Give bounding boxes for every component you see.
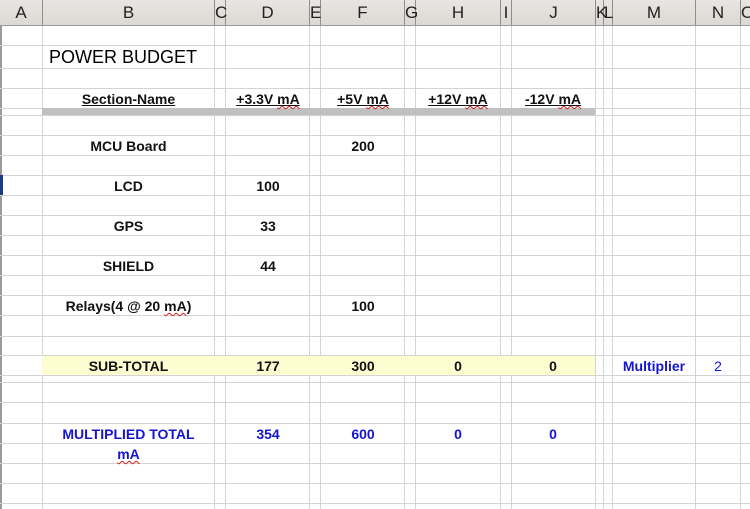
header-12v-pos[interactable]: +12V mA — [416, 89, 500, 109]
grid-line — [500, 26, 501, 509]
col-header-n[interactable]: N — [696, 0, 741, 25]
col-header-m[interactable]: M — [613, 0, 696, 25]
row-name-suffix: ) — [186, 298, 192, 314]
grid-line — [0, 483, 750, 484]
header-12v-neg-voltage: -12V — [524, 91, 555, 107]
col-header-k[interactable]: K — [596, 0, 607, 25]
row-name-unit: mA — [164, 298, 187, 314]
grid-line — [0, 382, 750, 383]
row-name[interactable]: SHIELD — [43, 256, 214, 276]
col-header-o[interactable]: O — [741, 0, 750, 25]
row-selection-marker — [0, 175, 3, 195]
header-12v-neg-unit: mA — [558, 91, 582, 107]
subtotal-3v3[interactable]: 177 — [226, 356, 310, 376]
sheet-title[interactable]: POWER BUDGET — [49, 46, 197, 68]
header-3v3[interactable]: +3.3V mA — [226, 89, 310, 109]
col-header-f[interactable]: F — [321, 0, 405, 25]
col-header-d[interactable]: D — [226, 0, 310, 25]
row-name[interactable]: Relays(4 @ 20 mA) — [43, 296, 214, 316]
header-section-label: Section-Name — [81, 91, 176, 107]
col-header-a[interactable]: A — [0, 0, 43, 25]
header-5v-voltage: +5V — [337, 91, 363, 107]
header-section-name[interactable]: Section-Name — [43, 89, 214, 109]
cell-5v[interactable]: 200 — [321, 136, 405, 156]
row-name[interactable]: MCU Board — [43, 136, 214, 156]
grid-line — [603, 26, 604, 509]
multiplied-12v-pos[interactable]: 0 — [416, 424, 500, 444]
col-header-e[interactable]: E — [310, 0, 321, 25]
grid-line — [0, 402, 750, 403]
grid-line — [0, 68, 750, 69]
cell-3v3[interactable]: 33 — [226, 216, 310, 236]
grid-line — [0, 503, 750, 504]
cell-3v3[interactable]: 100 — [226, 176, 310, 196]
header-3v3-voltage: +3.3V — [236, 91, 274, 107]
col-header-i[interactable]: I — [501, 0, 512, 25]
header-12v-neg[interactable]: -12V mA — [511, 89, 595, 109]
multiplied-3v3[interactable]: 354 — [226, 424, 310, 444]
row-name[interactable]: GPS — [43, 216, 214, 236]
col-header-l[interactable]: L — [604, 0, 613, 25]
multiplied-total-label-line2: mA — [117, 446, 140, 462]
cell-3v3[interactable]: 44 — [226, 256, 310, 276]
grid-line — [695, 26, 696, 509]
row-name[interactable]: LCD — [43, 176, 214, 196]
row-name-text: Relays(4 @ 20 — [65, 298, 165, 314]
header-3v3-unit: mA — [277, 91, 300, 107]
multiplied-total-label[interactable]: MULTIPLIED TOTAL mA — [43, 424, 214, 464]
header-separator-band — [42, 108, 595, 115]
grid-line — [595, 26, 596, 509]
multiplier-label[interactable]: Multiplier — [613, 356, 695, 376]
left-edge — [0, 26, 2, 509]
col-header-j[interactable]: J — [512, 0, 596, 25]
grid-line — [740, 26, 741, 509]
subtotal-label[interactable]: SUB-TOTAL — [43, 356, 214, 376]
grid-line — [0, 115, 750, 116]
subtotal-12v-pos[interactable]: 0 — [416, 356, 500, 376]
header-5v[interactable]: +5V mA — [321, 89, 405, 109]
multiplied-5v[interactable]: 600 — [321, 424, 405, 444]
col-header-c[interactable]: C — [215, 0, 227, 25]
col-header-g[interactable]: G — [405, 0, 418, 25]
multiplied-total-label-line1: MULTIPLIED TOTAL — [62, 426, 195, 442]
grid-line — [0, 336, 750, 337]
header-5v-unit: mA — [366, 91, 389, 107]
col-header-h[interactable]: H — [416, 0, 501, 25]
multiplied-12v-neg[interactable]: 0 — [511, 424, 595, 444]
subtotal-12v-neg[interactable]: 0 — [511, 356, 595, 376]
column-header-bar: A B C D E F G H I J K L M N O — [0, 0, 750, 26]
grid-line — [612, 26, 613, 509]
header-12v-pos-unit: mA — [465, 91, 488, 107]
multiplier-value[interactable]: 2 — [696, 356, 740, 376]
grid-line — [214, 26, 215, 509]
col-header-b[interactable]: B — [43, 0, 215, 25]
subtotal-5v[interactable]: 300 — [321, 356, 405, 376]
header-12v-pos-voltage: +12V — [428, 91, 462, 107]
cell-5v[interactable]: 100 — [321, 296, 405, 316]
